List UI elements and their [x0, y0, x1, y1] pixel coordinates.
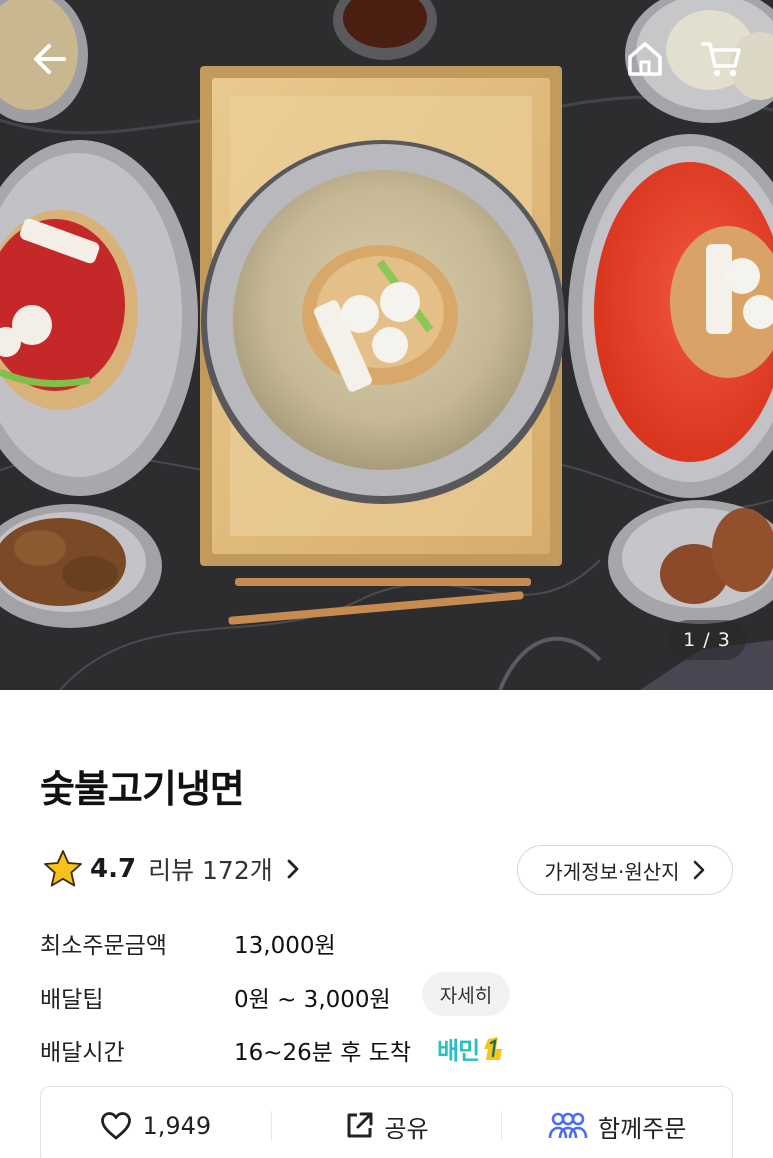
group-users-icon [548, 1112, 588, 1139]
star-icon [44, 850, 82, 887]
baemin-badge-text: 배민 [437, 1037, 480, 1065]
cart-icon [701, 42, 741, 77]
share-icon [347, 1112, 373, 1138]
image-page-indicator: 1 / 3 [668, 620, 746, 660]
delivery-time-label: 배달시간 [40, 1040, 125, 1066]
min-order-label: 최소주문금액 [40, 933, 167, 959]
like-count: 1,949 [142, 1112, 212, 1140]
min-order-value: 13,000원 [234, 933, 336, 959]
arrow-left-icon [34, 44, 66, 74]
group-order-button[interactable]: 함께주문 [502, 1087, 732, 1158]
store-info-label: 가게정보·원산지 [544, 859, 680, 884]
home-button[interactable] [620, 34, 670, 84]
group-order-label: 함께주문 [598, 1114, 687, 1143]
rating-review-link[interactable]: 4.7 리뷰 172개 [42, 846, 301, 892]
delivery-tip-detail-button[interactable]: 자세히 [422, 972, 510, 1016]
chevron-right-icon [287, 859, 299, 879]
home-icon [628, 42, 662, 76]
store-hero-image[interactable]: 1 / 3 [0, 0, 773, 690]
baemin-one-icon [484, 1036, 503, 1060]
delivery-tip-label: 배달팁 [40, 987, 104, 1013]
chevron-right-icon [693, 860, 704, 880]
share-label: 공유 [384, 1114, 429, 1143]
baemin-one-badge: 배민 [437, 1031, 506, 1066]
share-button[interactable]: 공유 [272, 1087, 502, 1158]
delivery-tip-value: 0원 ~ 3,000원 [234, 987, 391, 1013]
rating-value: 4.7 [90, 854, 137, 884]
back-button[interactable] [22, 34, 78, 84]
store-name: 숯불고기냉면 [40, 767, 245, 811]
heart-icon [101, 1112, 132, 1140]
food-photo [0, 0, 773, 690]
like-button[interactable]: 1,949 [41, 1087, 271, 1158]
store-info-button[interactable]: 가게정보·원산지 [517, 845, 733, 895]
delivery-time-value: 16~26분 후 도착 [234, 1040, 412, 1066]
review-count: 리뷰 172개 [148, 856, 273, 885]
cart-button[interactable] [694, 34, 750, 84]
store-action-bar: 1,949 공유 함께주문 [40, 1086, 733, 1158]
